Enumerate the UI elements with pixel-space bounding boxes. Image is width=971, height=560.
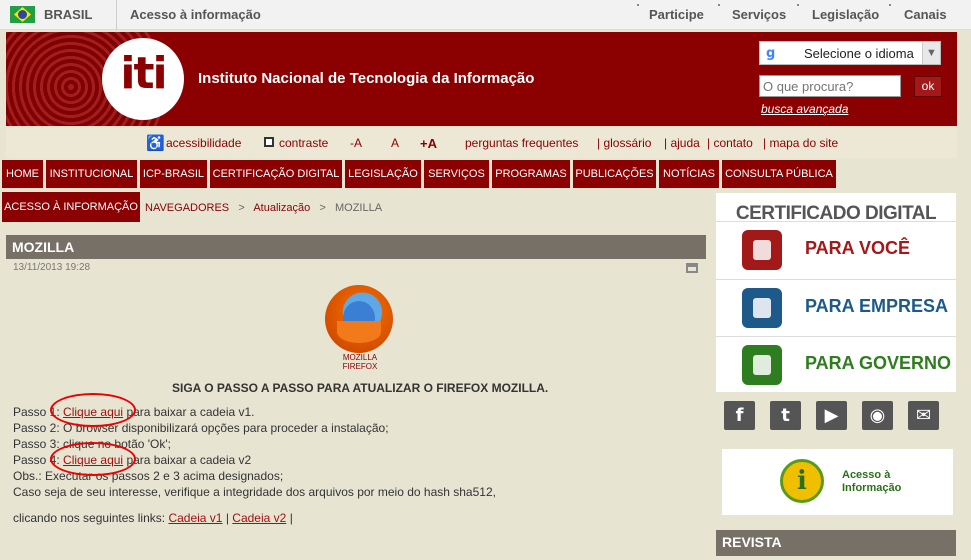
sitemap-link[interactable]: | mapa do site <box>763 136 838 150</box>
site-title: Instituto Nacional de Tecnologia da Info… <box>198 70 535 87</box>
country-label[interactable]: BRASIL <box>44 7 92 22</box>
contrast-link[interactable]: contraste <box>279 136 328 150</box>
breadcrumb-atualizacao[interactable]: Atualização <box>253 202 310 214</box>
rss-icon[interactable]: ◉ <box>862 401 893 430</box>
article-title: MOZILLA <box>6 235 706 259</box>
briefcase-icon <box>742 288 782 328</box>
government-building-icon <box>742 345 782 385</box>
participe-link[interactable]: Participe <box>649 7 704 22</box>
accessibility-toolbar: ♿ acessibilidade contraste -A A +A pergu… <box>6 128 957 158</box>
certificado-panel: CERTIFICADO DIGITAL PARA VOCÊ PARA EMPRE… <box>716 193 956 392</box>
cert-para-empresa[interactable]: PARA EMPRESA <box>716 279 956 335</box>
font-decrease-button[interactable]: -A <box>350 136 362 150</box>
help-link[interactable]: | ajuda <box>664 136 700 150</box>
contact-link[interactable]: | contato <box>707 136 753 150</box>
access-info-link[interactable]: Acesso à informação <box>130 7 261 22</box>
print-icon[interactable] <box>686 263 698 273</box>
nav-institucional[interactable]: INSTITUCIONAL <box>46 160 138 188</box>
cert-para-voce[interactable]: PARA VOCÊ <box>716 221 956 277</box>
servicos-link[interactable]: Serviços <box>732 7 786 22</box>
wheelchair-icon: ♿ <box>146 135 165 152</box>
facebook-icon[interactable]: f <box>724 401 755 430</box>
legislacao-link[interactable]: Legislação <box>812 7 879 22</box>
nav-noticias[interactable]: NOTÍCIAS <box>659 160 720 188</box>
nav-programas[interactable]: PROGRAMAS <box>492 160 571 188</box>
youtube-icon[interactable]: ▶ <box>816 401 847 430</box>
person-icon <box>742 230 782 270</box>
breadcrumb-current: MOZILLA <box>334 202 383 214</box>
firefox-logo-icon <box>325 285 393 353</box>
google-icon: g <box>766 46 776 61</box>
contrast-icon <box>264 137 274 147</box>
advanced-search-link[interactable]: busca avançada <box>761 102 848 116</box>
nav-consulta-publica[interactable]: CONSULTA PÚBLICA <box>722 160 837 188</box>
nav-home[interactable]: HOME <box>2 160 44 188</box>
nav-certificacao[interactable]: CERTIFICAÇÃO DIGITAL <box>210 160 343 188</box>
font-increase-button[interactable]: +A <box>420 136 437 151</box>
obs-text: Obs.: Executar os passos 2 e 3 acima des… <box>13 469 284 483</box>
cadeia-v1-link[interactable]: Cadeia v1 <box>168 511 222 525</box>
accessibility-link[interactable]: acessibilidade <box>166 136 241 150</box>
verify-text: Caso seja de seu interesse, verifique a … <box>13 485 496 499</box>
nav-icp-brasil[interactable]: ICP-BRASIL <box>140 160 208 188</box>
brazil-flag-icon <box>10 6 35 23</box>
email-icon[interactable]: ✉ <box>908 401 939 430</box>
cert-para-governo[interactable]: PARA GOVERNO <box>716 336 956 392</box>
highlight-oval-2 <box>50 442 136 476</box>
chevron-down-icon: ▼ <box>922 42 940 64</box>
iti-logo[interactable]: iti <box>102 38 184 120</box>
canais-link[interactable]: Canais <box>904 7 947 22</box>
site-header: iti Instituto Nacional de Tecnologia da … <box>6 32 957 126</box>
nav-legislacao[interactable]: LEGISLAÇÃO <box>345 160 422 188</box>
acesso-informacao-banner[interactable]: i Acesso à Informação <box>722 449 953 515</box>
nav-servicos[interactable]: SERVIÇOS <box>424 160 490 188</box>
twitter-icon[interactable]: t <box>770 401 801 430</box>
hash-links: clicando nos seguintes links: Cadeia v1 … <box>13 511 293 525</box>
article-date: 13/11/2013 19:28 <box>13 262 91 273</box>
cadeia-v2-link[interactable]: Cadeia v2 <box>232 511 286 525</box>
search-input[interactable] <box>759 75 901 97</box>
article-headline: SIGA O PASSO A PASSO PARA ATUALIZAR O FI… <box>172 381 549 395</box>
info-icon: i <box>780 459 824 503</box>
revista-heading: REVISTA <box>716 530 956 556</box>
glossary-link[interactable]: | glossário <box>597 136 651 150</box>
faq-link[interactable]: perguntas frequentes <box>465 136 578 150</box>
language-select[interactable]: g Selecione o idioma ▼ <box>759 41 941 65</box>
font-normal-button[interactable]: A <box>391 136 399 150</box>
acesso-banner-label: Acesso à Informação <box>842 469 902 494</box>
nav-acesso-informacao[interactable]: ACESSO À INFORMAÇÃO <box>2 192 140 222</box>
search-ok-button[interactable]: ok <box>914 76 942 97</box>
firefox-logo-label: MOZILLA FIREFOX <box>342 353 378 371</box>
gov-bar: BRASIL Acesso à informação Participe Ser… <box>0 0 971 30</box>
highlight-oval-1 <box>50 393 136 427</box>
breadcrumb: NAVEGADORES > Atualização > MOZILLA <box>145 202 383 214</box>
breadcrumb-navegadores[interactable]: NAVEGADORES <box>145 202 229 214</box>
nav-publicacoes[interactable]: PUBLICAÇÕES <box>573 160 657 188</box>
